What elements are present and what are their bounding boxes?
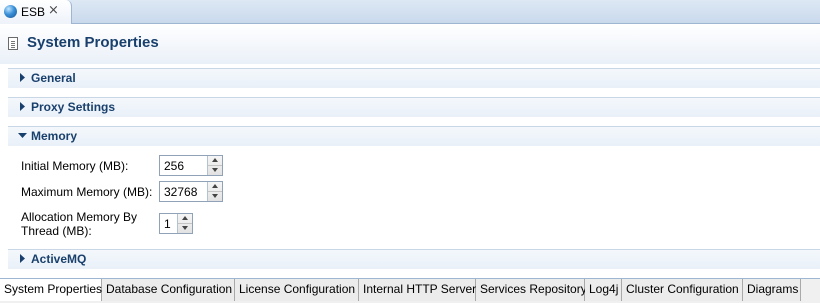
initial-memory-input[interactable]	[160, 156, 208, 175]
section-proxy-header[interactable]: Proxy Settings	[8, 97, 820, 117]
spin-down-button[interactable]	[208, 166, 222, 175]
spin-down-button[interactable]	[178, 224, 192, 233]
spin-up-button[interactable]	[208, 156, 222, 166]
allocation-memory-label-line2: Thread (MB):	[21, 224, 92, 238]
tab-diagrams[interactable]: Diagrams	[743, 279, 801, 301]
initial-memory-label: Initial Memory (MB):	[21, 159, 129, 173]
spin-up-button[interactable]	[208, 182, 222, 192]
globe-icon	[4, 5, 17, 18]
allocation-memory-label-line1: Allocation Memory By	[21, 210, 138, 224]
tab-license-configuration[interactable]: License Configuration	[235, 279, 359, 301]
tab-internal-http-server[interactable]: Internal HTTP Server	[359, 279, 476, 301]
section-activemq-header[interactable]: ActiveMQ	[8, 249, 820, 269]
section-general-header[interactable]: General	[8, 68, 820, 88]
editor-tab-label: ESB	[21, 5, 46, 19]
maximum-memory-spinner[interactable]	[159, 181, 223, 202]
maximum-memory-label: Maximum Memory (MB):	[21, 185, 153, 199]
page-title: System Properties	[27, 34, 159, 51]
section-activemq-label: ActiveMQ	[31, 252, 87, 266]
expand-arrow-icon	[20, 102, 25, 111]
close-icon[interactable]: ⨯	[48, 2, 59, 18]
section-proxy-label: Proxy Settings	[31, 100, 116, 114]
editor-tab-esb[interactable]: ESB ⨯	[0, 0, 72, 24]
document-icon	[8, 37, 18, 50]
spin-down-button[interactable]	[208, 192, 222, 201]
allocation-memory-label: Allocation Memory By Thread (MB):	[21, 210, 137, 238]
expand-arrow-icon	[20, 254, 25, 263]
allocation-memory-spinner[interactable]	[159, 213, 193, 234]
initial-memory-spin-buttons	[207, 156, 222, 175]
spin-up-button[interactable]	[178, 214, 192, 224]
maximum-memory-spin-buttons	[207, 182, 222, 201]
bottom-tab-bar: System Properties Database Configuration…	[0, 278, 820, 303]
tab-database-configuration[interactable]: Database Configuration	[102, 279, 235, 301]
tab-log4j[interactable]: Log4j	[585, 279, 622, 301]
section-memory-header[interactable]: Memory	[8, 126, 820, 146]
initial-memory-spinner[interactable]	[159, 155, 223, 176]
section-general-label: General	[31, 71, 76, 85]
tab-services-repository[interactable]: Services Repository	[476, 279, 587, 301]
tab-system-properties[interactable]: System Properties	[0, 279, 102, 301]
maximum-memory-input[interactable]	[160, 182, 208, 201]
allocation-memory-spin-buttons	[177, 214, 192, 233]
expand-arrow-icon	[20, 73, 25, 82]
allocation-memory-input[interactable]	[160, 214, 178, 233]
section-memory-label: Memory	[31, 129, 78, 143]
editor-tab-strip	[0, 0, 820, 24]
collapse-arrow-icon	[18, 133, 27, 138]
tab-cluster-configuration[interactable]: Cluster Configuration	[622, 279, 743, 301]
